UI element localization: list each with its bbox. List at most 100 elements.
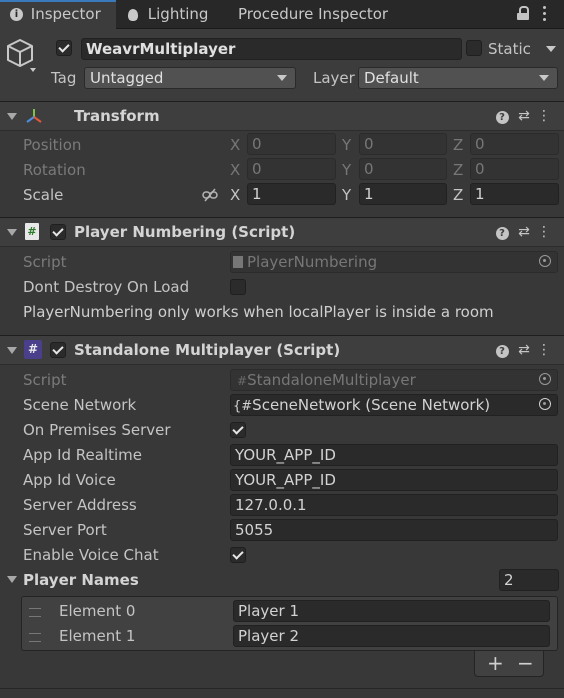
enable-voice-label: Enable Voice Chat xyxy=(23,546,159,564)
standalone-enabled-checkbox[interactable] xyxy=(50,342,66,358)
active-checkbox[interactable] xyxy=(56,40,72,56)
tab-inspector-label: Inspector xyxy=(30,5,101,23)
script-file-icon: # xyxy=(25,223,39,240)
bottom-divider xyxy=(0,688,564,689)
scale-z-input[interactable]: 1 xyxy=(470,183,559,205)
script-hash-icon: # xyxy=(237,374,248,388)
help-icon[interactable]: ? xyxy=(494,107,510,125)
player-names-list: Element 0 Player 1 Element 1 Player 2 xyxy=(21,596,558,651)
position-y-input[interactable]: 0 xyxy=(359,133,447,155)
player-numbering-script-field: PlayerNumbering xyxy=(230,251,558,273)
info-icon: i xyxy=(10,8,23,21)
scene-network-label: Scene Network xyxy=(23,396,137,414)
lock-icon[interactable] xyxy=(517,6,529,20)
tag-value: Untagged xyxy=(90,69,164,87)
foldout-arrow-icon[interactable] xyxy=(7,347,17,354)
drag-handle-icon[interactable] xyxy=(29,633,41,642)
scale-y-input[interactable]: 1 xyxy=(359,183,447,205)
element-1-input[interactable]: Player 2 xyxy=(233,625,550,647)
foldout-arrow-icon[interactable] xyxy=(7,229,17,236)
standalone-multiplayer-header[interactable]: # Standalone Multiplayer (Script) ? ⇄ ⋮ xyxy=(0,335,564,365)
scene-network-value: SceneNetwork (Scene Network) xyxy=(252,396,491,414)
rotation-x-input[interactable]: 0 xyxy=(247,158,336,180)
position-label: Position xyxy=(23,136,82,154)
component-actions: ? ⇄ ⋮ xyxy=(494,341,554,359)
kebab-menu-icon[interactable]: ⋮ xyxy=(536,107,552,125)
object-picker-icon[interactable] xyxy=(539,398,551,410)
scene-network-field[interactable]: {#SceneNetwork (Scene Network) xyxy=(230,394,558,416)
dont-destroy-checkbox[interactable] xyxy=(230,279,246,295)
standalone-script-value: StandaloneMultiplayer xyxy=(247,371,416,389)
position-x-axis: X xyxy=(230,136,241,154)
kebab-menu-icon[interactable] xyxy=(543,4,547,22)
drag-handle-icon[interactable] xyxy=(29,608,41,617)
component-actions: ? ⇄ ⋮ xyxy=(494,107,554,125)
position-x-input[interactable]: 0 xyxy=(247,133,336,155)
static-dropdown-icon[interactable] xyxy=(546,46,556,52)
rotation-label: Rotation xyxy=(23,161,86,179)
player-numbering-info: PlayerNumbering only works when localPla… xyxy=(23,303,494,321)
player-numbering-enabled-checkbox[interactable] xyxy=(50,224,66,240)
player-numbering-header[interactable]: # Player Numbering (Script) ? ⇄ ⋮ xyxy=(0,217,564,247)
rotation-z-axis: Z xyxy=(453,161,464,179)
scale-z-axis: Z xyxy=(453,186,464,204)
element-0-label: Element 0 xyxy=(59,602,136,620)
standalone-script-field: #StandaloneMultiplayer xyxy=(230,369,558,391)
app-id-voice-input[interactable]: YOUR_APP_ID xyxy=(230,469,558,491)
scale-label: Scale xyxy=(23,186,64,204)
help-icon[interactable]: ? xyxy=(494,341,510,359)
server-port-input[interactable]: 5055 xyxy=(230,519,558,541)
component-ref-icon: {# xyxy=(233,399,253,414)
app-id-realtime-input[interactable]: YOUR_APP_ID xyxy=(230,444,558,466)
element-0-input[interactable]: Player 1 xyxy=(233,600,550,622)
gameobject-cube-icon[interactable] xyxy=(6,38,36,74)
preset-sliders-icon[interactable]: ⇄ xyxy=(516,341,532,359)
server-address-label: Server Address xyxy=(23,496,137,514)
element-1-label: Element 1 xyxy=(59,627,136,645)
player-numbering-script-value: PlayerNumbering xyxy=(247,253,378,271)
rotation-z-input[interactable]: 0 xyxy=(470,158,559,180)
app-id-realtime-label: App Id Realtime xyxy=(23,446,143,464)
lightbulb-icon xyxy=(128,8,138,21)
tab-bar: i Inspector Lighting Procedure Inspector xyxy=(0,0,564,29)
list-add-remove: + − xyxy=(474,651,544,677)
unlinked-scale-icon[interactable] xyxy=(202,188,218,202)
player-names-size-input[interactable]: 2 xyxy=(499,569,559,591)
player-names-foldout-icon[interactable] xyxy=(7,576,17,583)
object-picker-icon xyxy=(539,373,551,385)
static-checkbox[interactable] xyxy=(466,40,482,56)
scale-x-input[interactable]: 1 xyxy=(247,183,336,205)
tab-lighting-label: Lighting xyxy=(147,5,209,23)
standalone-script-label: Script xyxy=(23,371,67,389)
preset-sliders-icon[interactable]: ⇄ xyxy=(516,107,532,125)
layer-label: Layer xyxy=(313,69,355,87)
on-premises-checkbox[interactable] xyxy=(230,422,246,438)
layer-dropdown[interactable]: Default xyxy=(358,67,558,89)
add-element-button[interactable]: + xyxy=(487,652,504,674)
tab-procedure-inspector[interactable]: Procedure Inspector xyxy=(238,0,408,28)
transform-title: Transform xyxy=(74,107,160,125)
preset-sliders-icon[interactable]: ⇄ xyxy=(516,223,532,241)
player-numbering-title: Player Numbering (Script) xyxy=(74,223,296,241)
gameobject-name-input[interactable]: WeavrMultiplayer xyxy=(81,38,462,60)
transform-axis-icon xyxy=(26,109,42,123)
help-icon[interactable]: ? xyxy=(494,223,510,241)
tab-inspector[interactable]: i Inspector xyxy=(0,0,116,29)
transform-header[interactable]: Transform ? ⇄ ⋮ xyxy=(0,101,564,131)
server-address-input[interactable]: 127.0.0.1 xyxy=(230,494,558,516)
layer-value: Default xyxy=(364,69,419,87)
enable-voice-checkbox[interactable] xyxy=(230,547,246,563)
tag-dropdown[interactable]: Untagged xyxy=(84,67,296,89)
rotation-y-input[interactable]: 0 xyxy=(359,158,447,180)
static-label: Static xyxy=(488,40,531,58)
dont-destroy-label: Dont Destroy On Load xyxy=(23,278,190,296)
foldout-arrow-icon[interactable] xyxy=(7,113,17,120)
server-port-label: Server Port xyxy=(23,521,107,539)
tab-lighting[interactable]: Lighting xyxy=(128,0,228,28)
on-premises-label: On Premises Server xyxy=(23,421,171,439)
chevron-down-icon xyxy=(539,75,549,81)
position-z-input[interactable]: 0 xyxy=(470,133,559,155)
remove-element-button[interactable]: − xyxy=(517,652,534,674)
kebab-menu-icon[interactable]: ⋮ xyxy=(536,341,552,359)
kebab-menu-icon[interactable]: ⋮ xyxy=(536,223,552,241)
